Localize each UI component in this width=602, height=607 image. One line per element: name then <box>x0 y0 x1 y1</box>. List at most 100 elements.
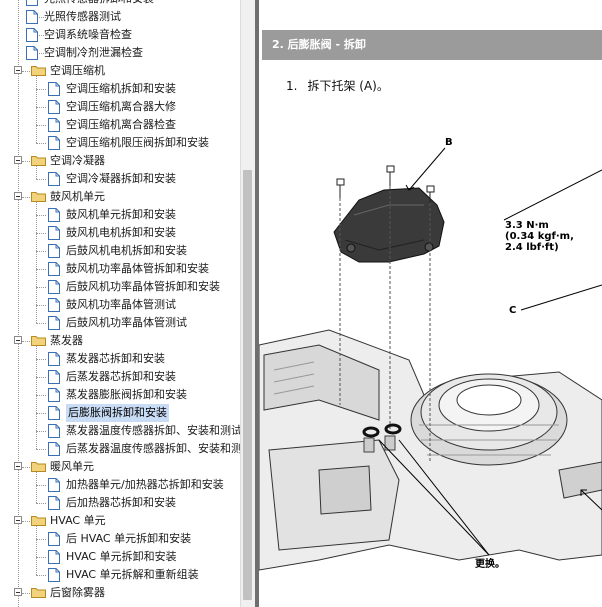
document-icon <box>48 370 60 384</box>
tree-folder-item[interactable]: 后窗除雾器 <box>0 584 240 602</box>
tree-doc-item[interactable]: 空调压缩机离合器检查 <box>0 116 240 134</box>
tree-doc-item[interactable]: 后鼓风机功率晶体管测试 <box>0 314 240 332</box>
tree-doc-item[interactable]: 鼓风机电机拆卸和安装 <box>0 224 240 242</box>
document-icon <box>48 496 60 510</box>
folder-open-icon <box>31 156 46 166</box>
tree-item-label: 鼓风机单元 <box>50 190 105 203</box>
document-icon <box>48 100 60 114</box>
document-icon <box>48 298 60 312</box>
tree-folder-item[interactable]: 鼓风机单元 <box>0 188 240 206</box>
tree-folder-item[interactable]: 空调冷凝器 <box>0 152 240 170</box>
tree-doc-item[interactable]: 光照传感器拆卸和安装 <box>0 0 240 8</box>
tree-item-label: 鼓风机功率晶体管测试 <box>66 298 176 311</box>
document-icon <box>48 172 60 186</box>
collapse-toggle-icon[interactable] <box>14 66 22 74</box>
tree-doc-item[interactable]: 空调压缩机限压阀拆卸和安装 <box>0 134 240 152</box>
tree-item-label: 鼓风机电机拆卸和安装 <box>66 226 176 239</box>
folder-open-icon <box>31 192 46 202</box>
tree-item-label: 蒸发器膨胀阀拆卸和安装 <box>66 388 187 401</box>
tree-item-label: 空调系统噪音检查 <box>44 28 132 41</box>
tree-item-label: 空调冷凝器 <box>50 154 105 167</box>
document-icon <box>48 568 60 582</box>
tree-doc-item[interactable]: 空调冷凝器拆卸和安装 <box>0 170 240 188</box>
document-icon <box>48 136 60 150</box>
tree-doc-item[interactable]: 后蒸发器芯拆卸和安装 <box>0 368 240 386</box>
tree-item-label: HVAC 单元拆解和重新组装 <box>66 568 199 581</box>
folder-open-icon <box>31 336 46 346</box>
tree-item-label: 后鼓风机功率晶体管拆卸和安装 <box>66 280 220 293</box>
tree-folder-item[interactable]: 暖风单元 <box>0 458 240 476</box>
tree-item-label: 空调冷凝器拆卸和安装 <box>66 172 176 185</box>
document-icon <box>48 118 60 132</box>
document-icon <box>48 226 60 240</box>
tree-doc-item[interactable]: HVAC 单元拆卸和安装 <box>0 548 240 566</box>
tree-doc-item[interactable]: 蒸发器温度传感器拆卸、安装和测试 <box>0 422 240 440</box>
document-icon <box>48 280 60 294</box>
tree-item-label: 空调压缩机 <box>50 64 105 77</box>
folder-open-icon <box>31 462 46 472</box>
tree-item-label: 后 HVAC 单元拆卸和安装 <box>66 532 192 545</box>
document-icon <box>48 316 60 330</box>
tree-item-label: 空调制冷剂泄漏检查 <box>44 46 143 59</box>
tree-scrollbar[interactable] <box>240 0 255 607</box>
document-icon <box>26 10 38 24</box>
tree-item-label: 光照传感器拆卸和安装 <box>44 0 154 8</box>
bracket-cover <box>333 187 445 263</box>
folder-open-icon <box>31 516 46 526</box>
document-icon <box>48 208 60 222</box>
tree-doc-item[interactable]: 空调制冷剂泄漏检查 <box>0 44 240 62</box>
tree-doc-item[interactable]: 空调压缩机离合器大修 <box>0 98 240 116</box>
document-icon <box>48 388 60 402</box>
tree-doc-item[interactable]: 空调系统噪音检查 <box>0 26 240 44</box>
tree-item-label: HVAC 单元拆卸和安装 <box>66 550 177 563</box>
tree-doc-item[interactable]: 后膨胀阀拆卸和安装 <box>0 404 240 422</box>
tree-item-label: 空调压缩机限压阀拆卸和安装 <box>66 136 209 149</box>
tree-doc-item[interactable]: 后鼓风机功率晶体管拆卸和安装 <box>0 278 240 296</box>
tree-folder-item[interactable]: HVAC 单元 <box>0 512 240 530</box>
tree-item-label: HVAC 单元 <box>50 514 106 527</box>
tree-item-label: 暖风单元 <box>50 460 94 473</box>
tree-doc-item[interactable]: 后加热器芯拆卸和安装 <box>0 494 240 512</box>
collapse-toggle-icon[interactable] <box>14 462 22 470</box>
tree-doc-item[interactable]: 后蒸发器温度传感器拆卸、安装和测试 <box>0 440 240 458</box>
navigation-tree[interactable]: 光照传感器拆卸和安装光照传感器测试空调系统噪音检查空调制冷剂泄漏检查空调压缩机空… <box>0 0 240 607</box>
document-icon <box>48 532 60 546</box>
document-icon <box>48 82 60 96</box>
tree-doc-item[interactable]: 空调压缩机拆卸和安装 <box>0 80 240 98</box>
scrollbar-thumb[interactable] <box>243 170 252 600</box>
callout-c: C <box>509 305 517 316</box>
document-icon <box>48 478 60 492</box>
tree-doc-item[interactable]: 后鼓风机电机拆卸和安装 <box>0 242 240 260</box>
tree-item-label: 空调压缩机离合器大修 <box>66 100 176 113</box>
tree-item-label: 光照传感器测试 <box>44 10 121 23</box>
document-icon <box>26 28 38 42</box>
replace-note: 更换。 <box>475 559 505 570</box>
tree-doc-item[interactable]: 鼓风机单元拆卸和安装 <box>0 206 240 224</box>
tree-item-label: 鼓风机单元拆卸和安装 <box>66 208 176 221</box>
tree-doc-item[interactable]: 加热器单元/加热器芯拆卸和安装 <box>0 476 240 494</box>
collapse-toggle-icon[interactable] <box>14 588 22 596</box>
document-icon <box>48 442 60 456</box>
tree-doc-item[interactable]: HVAC 单元拆解和重新组装 <box>0 566 240 584</box>
tree-doc-item[interactable]: 后 HVAC 单元拆卸和安装 <box>0 530 240 548</box>
tree-doc-item[interactable]: 蒸发器膨胀阀拆卸和安装 <box>0 386 240 404</box>
collapse-toggle-icon[interactable] <box>14 336 22 344</box>
document-icon <box>48 244 60 258</box>
tree-doc-item[interactable]: 鼓风机功率晶体管拆卸和安装 <box>0 260 240 278</box>
tree-doc-item[interactable]: 蒸发器芯拆卸和安装 <box>0 350 240 368</box>
tree-folder-item[interactable]: 空调压缩机 <box>0 62 240 80</box>
tree-item-label: 后蒸发器温度传感器拆卸、安装和测试 <box>66 442 240 455</box>
tree-folder-item[interactable]: 蒸发器 <box>0 332 240 350</box>
callout-b: B <box>445 137 453 148</box>
tree-item-label: 后加热器芯拆卸和安装 <box>66 496 176 509</box>
collapse-toggle-icon[interactable] <box>14 192 22 200</box>
tree-item-label: 后鼓风机电机拆卸和安装 <box>66 244 187 257</box>
collapse-toggle-icon[interactable] <box>14 156 22 164</box>
tree-doc-item[interactable]: 鼓风机功率晶体管测试 <box>0 296 240 314</box>
document-icon <box>48 550 60 564</box>
tree-doc-item[interactable]: 光照传感器测试 <box>0 8 240 26</box>
torque-spec: 3.3 N·m (0.34 kgf·m, 2.4 lbf·ft) <box>505 220 574 253</box>
tree-item-label: 蒸发器温度传感器拆卸、安装和测试 <box>66 424 240 437</box>
collapse-toggle-icon[interactable] <box>14 516 22 524</box>
document-icon <box>26 46 38 60</box>
